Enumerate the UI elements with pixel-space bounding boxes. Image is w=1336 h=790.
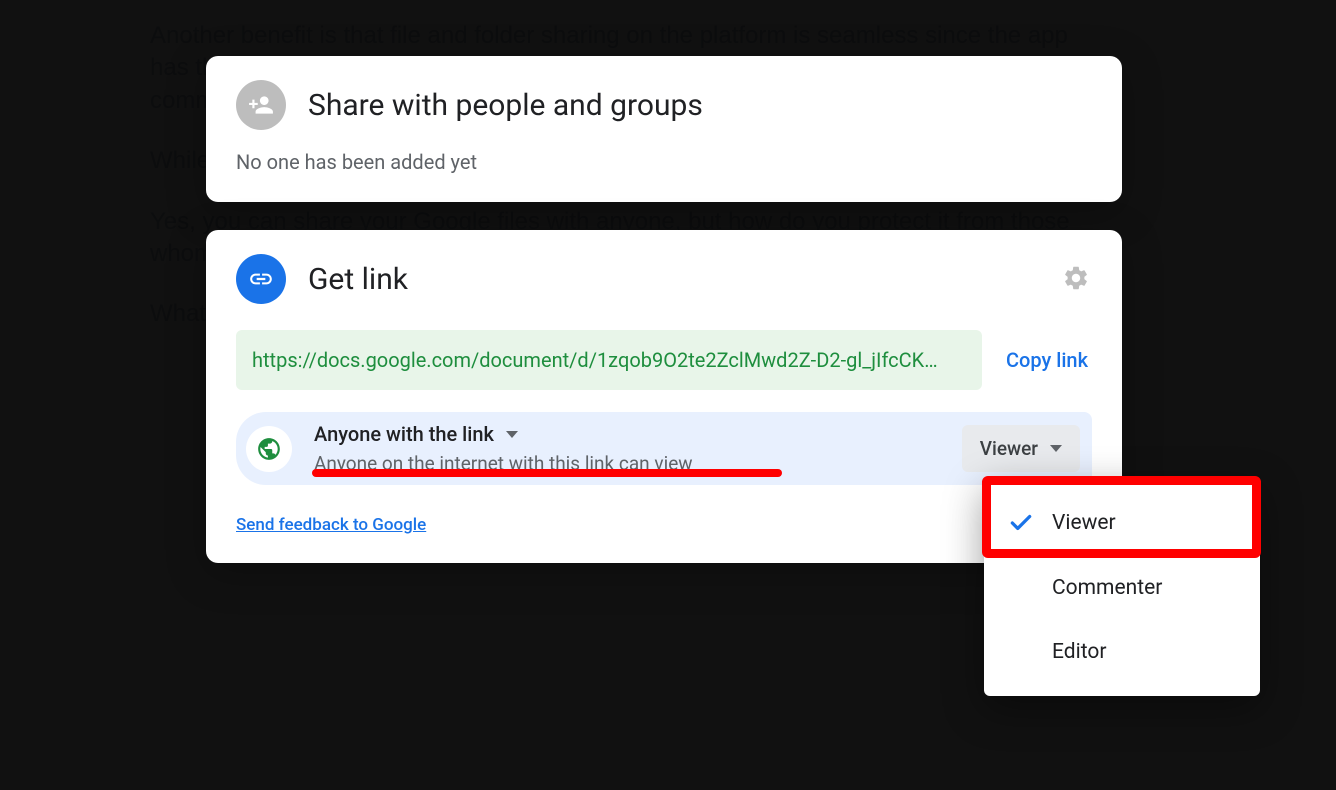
link-settings-button[interactable] (1060, 262, 1092, 294)
gear-icon (1062, 264, 1090, 292)
role-dropdown-button[interactable]: Viewer (962, 425, 1080, 472)
link-access-row: Anyone with the link Anyone on the inter… (236, 412, 1092, 485)
role-option-label: Commenter (1052, 576, 1162, 600)
access-scope-label: Anyone with the link (314, 422, 494, 446)
globe-icon-circle (246, 426, 292, 472)
globe-icon (256, 436, 282, 462)
access-text: Anyone with the link Anyone on the inter… (314, 422, 962, 475)
chevron-down-icon (506, 431, 518, 438)
link-header: Get link (236, 254, 1092, 304)
share-subtitle: No one has been added yet (236, 150, 1092, 174)
link-icon (236, 254, 286, 304)
chevron-down-icon (1050, 445, 1062, 452)
share-url-display[interactable]: https://docs.google.com/document/d/1zqob… (236, 330, 982, 390)
access-scope-dropdown[interactable]: Anyone with the link (314, 422, 962, 446)
share-header: Share with people and groups (236, 80, 1092, 130)
check-icon (1008, 510, 1034, 536)
role-option-viewer[interactable]: Viewer (984, 490, 1260, 556)
link-url-row: https://docs.google.com/document/d/1zqob… (236, 330, 1092, 390)
role-option-label: Viewer (1052, 511, 1116, 535)
role-option-label: Editor (1052, 640, 1106, 664)
role-button-label: Viewer (980, 437, 1038, 460)
send-feedback-link[interactable]: Send feedback to Google (236, 515, 426, 535)
share-people-panel: Share with people and groups No one has … (206, 56, 1122, 202)
role-option-editor[interactable]: Editor (984, 620, 1260, 684)
get-link-title: Get link (308, 262, 408, 297)
role-dropdown-menu: Viewer Commenter Editor (984, 478, 1260, 696)
share-title: Share with people and groups (308, 88, 703, 123)
person-add-icon (236, 80, 286, 130)
role-option-commenter[interactable]: Commenter (984, 556, 1260, 620)
annotation-underline (312, 469, 782, 477)
copy-link-button[interactable]: Copy link (1002, 338, 1092, 382)
